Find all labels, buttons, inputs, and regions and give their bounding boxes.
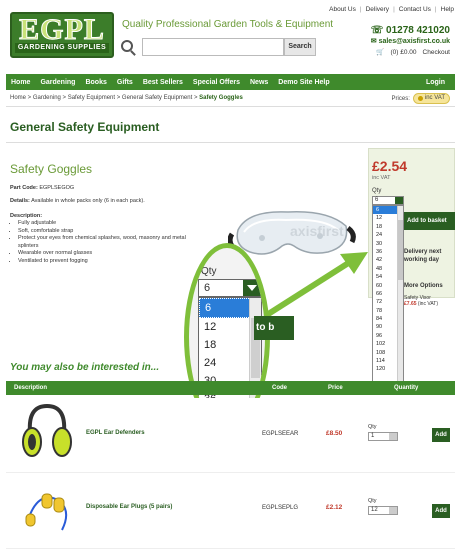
related-heading: You may also be interested in...	[10, 362, 160, 373]
dropdown-scrollbar[interactable]	[397, 206, 403, 384]
chevron-down-icon	[243, 280, 261, 296]
nav-news[interactable]: News	[245, 79, 273, 86]
logo-main-text: EGPL	[19, 13, 105, 46]
table-row: Disposable Ear Plugs (5 pairs) EGPLSEPLG…	[6, 474, 455, 549]
product-link[interactable]: EGPL Ear Defenders	[86, 430, 145, 436]
ear-plugs-image	[25, 493, 68, 531]
add-to-basket-button[interactable]: Add to basket	[404, 212, 455, 230]
help-link[interactable]: Help	[441, 6, 454, 13]
description-bullet: Wearable over normal glasses	[18, 250, 190, 258]
cart-summary: 🛒 (0) £0.00 Checkout	[376, 48, 450, 57]
ear-defenders-image	[22, 403, 72, 457]
email-link[interactable]: ✉ sales@axisfirst.co.uk	[371, 37, 450, 45]
contact-us-link[interactable]: Contact Us	[399, 6, 431, 13]
nav-gardening[interactable]: Gardening	[35, 79, 80, 86]
col-price: Price	[328, 385, 343, 391]
chevron-down-icon	[395, 197, 403, 204]
delivery-link[interactable]: Delivery	[366, 6, 389, 13]
nav-home[interactable]: Home	[6, 79, 35, 86]
product-price: £8.50	[326, 430, 343, 437]
product-price: £2.12	[326, 504, 343, 511]
cart-icon[interactable]: 🛒	[376, 48, 384, 56]
inc-vat-label: inc VAT	[372, 175, 391, 181]
product-description: Description: Fully adjustable Soft, comf…	[10, 213, 190, 265]
product-details: Details: Available in whole packs only (…	[10, 198, 145, 204]
about-us-link[interactable]: About Us	[329, 6, 356, 13]
zoom-qty-label: Qty	[201, 266, 217, 277]
nav-login[interactable]: Login	[421, 79, 455, 86]
qty-dropdown-list[interactable]: 6 12 18 24 30 36 42 48 54 60 66 72 78 84…	[372, 205, 404, 385]
description-bullet: Protect your eyes from chemical splashes…	[18, 235, 190, 250]
divider	[6, 142, 455, 143]
col-description: Description	[14, 385, 48, 391]
description-bullet: Soft, comfortable strap	[18, 228, 190, 236]
description-bullet: Fully adjustable	[18, 220, 190, 228]
qty-select[interactable]: 1	[368, 432, 398, 441]
phone-number: ☏ 01278 421020	[370, 25, 450, 36]
breadcrumb-current: Safety Goggles	[199, 95, 243, 101]
search-icon	[121, 40, 133, 52]
qty-select[interactable]: 12	[368, 506, 398, 515]
qty-label: Qty	[372, 188, 382, 194]
search-input[interactable]	[142, 38, 284, 56]
watermark-text: axisfirst	[290, 223, 344, 239]
page-title: General Safety Equipment	[10, 120, 160, 134]
nav-gifts[interactable]: Gifts	[112, 79, 138, 86]
site-tagline: Quality Professional Garden Tools & Equi…	[122, 19, 334, 30]
chevron-down-icon	[389, 433, 397, 440]
table-row: EGPL Ear Defenders EGPLSEEAR £8.50 Qty 1…	[6, 398, 455, 473]
checkout-link[interactable]: Checkout	[423, 49, 450, 56]
product-link[interactable]: Disposable Ear Plugs (5 pairs)	[86, 504, 172, 510]
divider	[6, 106, 455, 107]
search-button[interactable]: Search	[284, 38, 316, 56]
top-links: About Us | Delivery | Contact Us | Help	[329, 6, 454, 13]
add-button[interactable]: Add	[432, 504, 450, 518]
main-nav: Home Gardening Books Gifts Best Sellers …	[6, 74, 455, 90]
logo-sub-text: GARDENING SUPPLIES	[15, 43, 109, 53]
col-code: Code	[272, 385, 287, 391]
product-code: EGPLSEEAR	[262, 431, 299, 437]
related-visor-link[interactable]: Safety Visor £7.65 (inc VAT)	[404, 295, 438, 307]
nav-demo-help[interactable]: Demo Site Help	[273, 79, 334, 86]
product-price: £2.54	[372, 158, 408, 174]
part-code: Part Code: EGPLSEGOG	[10, 185, 75, 191]
nav-special-offers[interactable]: Special Offers	[188, 79, 245, 86]
qty-label: Qty	[368, 424, 377, 430]
breadcrumb[interactable]: Home > Gardening > Safety Equipment > Ge…	[10, 95, 243, 101]
price-toggle-area: Prices: inc VAT	[392, 93, 450, 104]
related-table-header: Description Code Price Quantity	[6, 381, 455, 395]
add-button[interactable]: Add	[432, 428, 450, 442]
vat-toggle[interactable]: inc VAT	[412, 93, 450, 104]
chevron-down-icon	[389, 507, 397, 514]
col-quantity: Quantity	[394, 385, 419, 391]
nav-books[interactable]: Books	[80, 79, 111, 86]
product-code: EGPLSEPLG	[262, 505, 299, 511]
product-title: Safety Goggles	[10, 162, 93, 176]
zoom-basket-button[interactable]: to b	[254, 316, 294, 340]
more-options-label: More Options	[404, 283, 443, 289]
delivery-note: Delivery next working day	[404, 249, 442, 263]
prices-label: Prices:	[391, 95, 410, 102]
cart-total[interactable]: (0) £0.00	[391, 49, 417, 56]
zoom-qty-select[interactable]: 6	[198, 279, 262, 297]
qty-label: Qty	[368, 498, 377, 504]
qty-select[interactable]: 6	[372, 196, 404, 205]
site-logo[interactable]: EGPL GARDENING SUPPLIES	[10, 12, 114, 58]
nav-best-sellers[interactable]: Best Sellers	[138, 79, 188, 86]
description-bullet: Ventilated to prevent fogging	[18, 258, 190, 266]
